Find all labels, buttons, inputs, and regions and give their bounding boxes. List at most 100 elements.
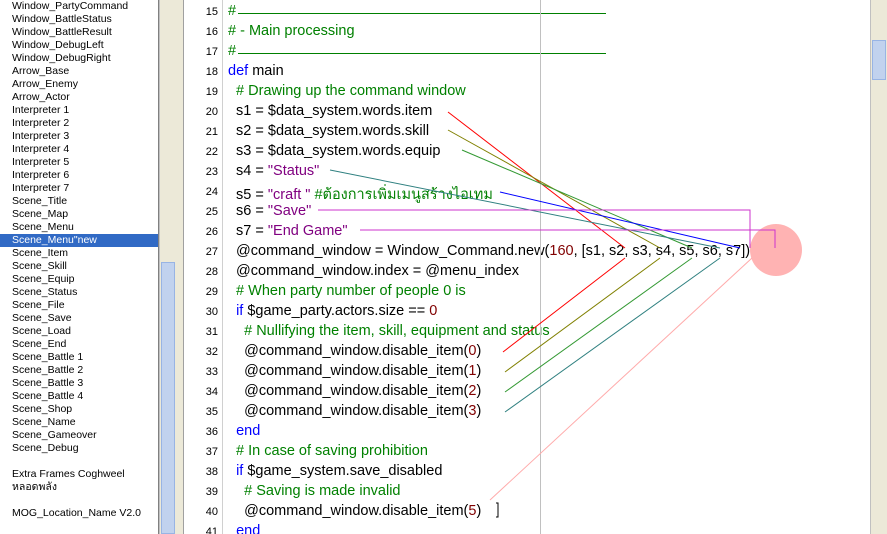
code-token-keyword: def: [228, 63, 249, 79]
line-number: 22: [205, 146, 218, 158]
script-list-item[interactable]: Extra Frames Coghweel: [0, 468, 158, 481]
script-list-item[interactable]: Scene_File: [0, 299, 158, 312]
script-list-item[interactable]: Window_BattleResult: [0, 26, 158, 39]
line-number: 23: [205, 166, 218, 178]
script-list-item[interactable]: Scene_Gameover: [0, 429, 158, 442]
line-number: 33: [205, 366, 218, 378]
script-list-item[interactable]: Interpreter 5: [0, 156, 158, 169]
line-number: 18: [205, 66, 218, 78]
script-list-item[interactable]: Interpreter 7: [0, 182, 158, 195]
script-list-item[interactable]: Window_PartyCommand: [0, 0, 158, 13]
script-list-item[interactable]: Scene_Equip: [0, 273, 158, 286]
code-line[interactable]: end: [228, 423, 260, 439]
script-list-item[interactable]: Window_BattleStatus: [0, 13, 158, 26]
code-line[interactable]: if $game_system.save_disabled: [228, 463, 442, 479]
code-line[interactable]: # Drawing up the command window: [228, 83, 466, 99]
script-list-item[interactable]: Scene_Name: [0, 416, 158, 429]
pane-splitter[interactable]: [177, 0, 184, 534]
script-list-item[interactable]: Scene_Battle 4: [0, 390, 158, 403]
line-number: 25: [205, 206, 218, 218]
code-token-plain: @command_window.disable_item(: [228, 383, 469, 399]
script-list-item[interactable]: Scene_Item: [0, 247, 158, 260]
line-number: 16: [205, 26, 218, 38]
code-token-comment: #: [228, 43, 237, 59]
script-list-item[interactable]: Interpreter 4: [0, 143, 158, 156]
script-list-item[interactable]: MOG_Location_Name V2.0: [0, 507, 158, 520]
code-line[interactable]: s3 = $data_system.words.equip: [228, 143, 440, 159]
code-line[interactable]: @command_window.disable_item(3): [228, 403, 481, 419]
script-list-item[interactable]: Scene_Map: [0, 208, 158, 221]
script-list-item[interactable]: Scene_Battle 1: [0, 351, 158, 364]
script-list-item[interactable]: Scene_Save: [0, 312, 158, 325]
code-line[interactable]: @command_window.disable_item(1): [228, 363, 481, 379]
script-list-item[interactable]: หลอดพลัง: [0, 481, 158, 494]
script-list-item[interactable]: Scene_Title: [0, 195, 158, 208]
code-line[interactable]: s4 = "Status": [228, 163, 319, 179]
script-list-item[interactable]: Scene_Status: [0, 286, 158, 299]
script-list-scrollbar[interactable]: [159, 0, 177, 534]
script-list-item[interactable]: Interpreter 2: [0, 117, 158, 130]
code-token-plain: , [s1, s2, s3, s4, s5, s6, s7]): [573, 243, 751, 259]
code-line[interactable]: @command_window.disable_item(2): [228, 383, 481, 399]
code-line[interactable]: s1 = $data_system.words.item: [228, 103, 432, 119]
code-line[interactable]: # When party number of people 0 is: [228, 283, 466, 299]
line-number: 19: [205, 86, 218, 98]
code-line[interactable]: s2 = $data_system.words.skill: [228, 123, 429, 139]
script-list-item[interactable]: Arrow_Actor: [0, 91, 158, 104]
script-list-item[interactable]: Scene_Menu: [0, 221, 158, 234]
code-token-string: "End Game": [267, 223, 348, 239]
code-line[interactable]: # Nullifying the item, skill, equipment …: [228, 323, 549, 339]
code-token-plain: s1 = $data_system.words.item: [228, 103, 433, 119]
script-list[interactable]: Window_PartyCommand Window_BattleStatus Wi…: [0, 0, 159, 534]
editor-scroll-thumb[interactable]: [872, 40, 886, 80]
code-token-plain: ): [476, 343, 482, 359]
line-number-gutter: 15 16 17 18 19 20 21 22 23 24 25 26 27 28 29 30 31 32 33 34…: [184, 0, 223, 534]
code-token-comment: # - Main processing: [228, 23, 355, 39]
code-line[interactable]: @command_window.index = @menu_index: [228, 263, 519, 279]
script-list-item[interactable]: Scene_Debug: [0, 442, 158, 455]
script-list-item[interactable]: Scene_Battle 3: [0, 377, 158, 390]
script-list-item[interactable]: Arrow_Enemy: [0, 78, 158, 91]
script-list-item[interactable]: Scene_Menu"new: [0, 234, 158, 247]
code-token-string: "Status": [267, 163, 320, 179]
script-list-item[interactable]: Scene_Battle 2: [0, 364, 158, 377]
line-number: 27: [205, 246, 218, 258]
code-line[interactable]: #: [228, 3, 236, 19]
script-list-item[interactable]: Scene_End: [0, 338, 158, 351]
line-number: 21: [205, 126, 218, 138]
line-number: 29: [205, 286, 218, 298]
script-list-item[interactable]: Scene_Load: [0, 325, 158, 338]
script-list-item[interactable]: Scene_Skill: [0, 260, 158, 273]
code-token-plain: @command_window.disable_item(: [228, 403, 469, 419]
code-line[interactable]: s6 = "Save": [228, 203, 311, 219]
line-number: 37: [205, 446, 218, 458]
code-line[interactable]: if $game_party.actors.size == 0: [228, 303, 437, 319]
code-line[interactable]: @command_window = Window_Command.new(160…: [228, 243, 750, 259]
script-list-item[interactable]: Interpreter 1: [0, 104, 158, 117]
code-token-string: "Save": [267, 203, 312, 219]
script-list-item[interactable]: Window_DebugRight: [0, 52, 158, 65]
code-line[interactable]: @command_window.disable_item(0): [228, 343, 481, 359]
code-line[interactable]: # In case of saving prohibition: [228, 443, 428, 459]
code-token-plain: s2 = $data_system.words.skill: [228, 123, 430, 139]
script-list-item[interactable]: Scene_Shop: [0, 403, 158, 416]
editor-scrollbar[interactable]: [870, 0, 887, 534]
code-line[interactable]: end: [228, 523, 260, 534]
line-number: 39: [205, 486, 218, 498]
comment-rule: [238, 53, 606, 54]
code-line[interactable]: # Saving is made invalid: [228, 483, 400, 499]
code-line[interactable]: s7 = "End Game": [228, 223, 348, 239]
code-line[interactable]: # - Main processing: [228, 23, 355, 39]
code-line[interactable]: def main: [228, 63, 284, 79]
script-list-item[interactable]: Arrow_Base: [0, 65, 158, 78]
code-line[interactable]: @command_window.disable_item(5): [228, 503, 481, 519]
code-line[interactable]: #: [228, 43, 236, 59]
script-list-scroll-thumb[interactable]: [161, 262, 175, 534]
script-list-item[interactable]: Interpreter 3: [0, 130, 158, 143]
script-list-item[interactable]: Interpreter 6: [0, 169, 158, 182]
code-token-keyword: end: [236, 423, 261, 439]
code-token-plain: $game_party.actors.size ==: [243, 303, 430, 319]
script-list-item[interactable]: Window_DebugLeft: [0, 39, 158, 52]
code-editor[interactable]: 15 16 17 18 19 20 21 22 23 24 25 26 27 28 29 30 31 32 33 34…: [184, 0, 870, 534]
